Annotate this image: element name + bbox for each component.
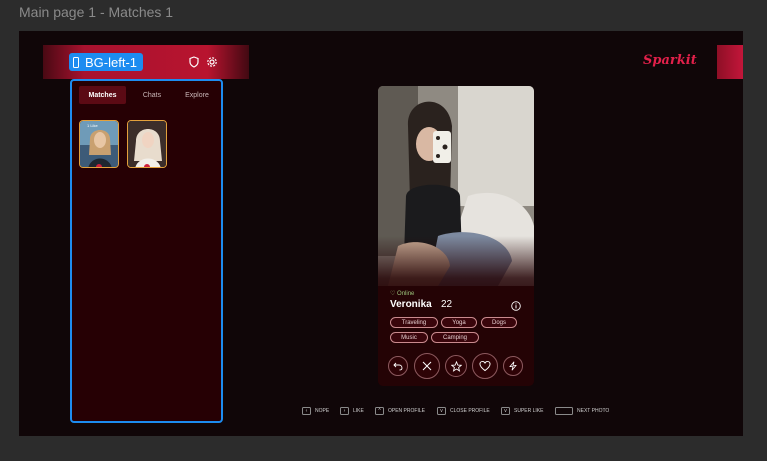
hint-super-like: v SUPER LIKE: [501, 407, 543, 415]
key-down-icon: v: [501, 407, 510, 415]
match-card[interactable]: 1 Like: [79, 120, 119, 168]
profile-card[interactable]: ♡ Online Veronika 22 Traveling Yoga Dogs…: [378, 86, 534, 386]
phone-icon: [73, 56, 79, 68]
hint-label: LIKE: [353, 408, 364, 414]
match-indicator: [96, 164, 102, 167]
hint-nope: ‹ NOPE: [302, 407, 329, 415]
hint-label: OPEN PROFILE: [388, 408, 425, 414]
like-button[interactable]: [472, 353, 498, 379]
rewind-button[interactable]: [388, 356, 408, 376]
match-card[interactable]: [127, 120, 167, 168]
tab-explore[interactable]: Explore: [177, 86, 217, 104]
star-icon: [450, 360, 462, 372]
hint-like: › LIKE: [340, 407, 364, 415]
match-indicator: [144, 164, 150, 167]
hint-label: CLOSE PROFILE: [450, 408, 490, 414]
layer-name: BG-left-1: [85, 54, 138, 70]
lightning-icon: [509, 361, 517, 371]
left-panel: Matches Chats Explore 1 Like: [70, 79, 223, 423]
hint-open-profile: ^ OPEN PROFILE: [375, 407, 425, 415]
hint-next-photo: NEXT PHOTO: [555, 407, 609, 415]
nope-button[interactable]: [414, 353, 440, 379]
shield-icon[interactable]: [188, 56, 200, 68]
boost-button[interactable]: [503, 356, 523, 376]
match-photo: [128, 121, 166, 167]
interest-tag: Music: [390, 332, 428, 343]
tab-chats[interactable]: Chats: [132, 86, 172, 104]
interest-tag: Traveling: [390, 317, 438, 328]
rewind-icon: [393, 362, 403, 371]
key-right-icon: ›: [340, 407, 349, 415]
hint-close-profile: v CLOSE PROFILE: [437, 407, 490, 415]
online-status: ♡ Online: [390, 291, 415, 297]
interest-tag: Camping: [431, 332, 479, 343]
match-badge: 1 Like: [87, 123, 98, 128]
match-photo: [80, 121, 118, 167]
hint-label: NEXT PHOTO: [577, 408, 610, 414]
selected-layer-label[interactable]: BG-left-1: [69, 53, 144, 71]
interest-tag: Yoga: [441, 317, 477, 328]
key-space-icon: [555, 407, 573, 415]
key-left-icon: ‹: [302, 407, 311, 415]
profile-name: Veronika: [390, 299, 432, 310]
gear-icon[interactable]: [206, 56, 218, 68]
brand-logo[interactable]: Sparkit: [643, 53, 697, 68]
interest-tag: Dogs: [481, 317, 517, 328]
tab-matches[interactable]: Matches: [79, 86, 126, 104]
hint-label: NOPE: [315, 408, 330, 414]
key-up-icon: ^: [375, 407, 384, 415]
close-icon: [422, 361, 432, 371]
super-like-button[interactable]: [445, 355, 467, 377]
info-icon[interactable]: [511, 301, 521, 311]
frame-title[interactable]: Main page 1 - Matches 1: [19, 4, 173, 20]
hint-label: SUPER LIKE: [514, 408, 544, 414]
heart-icon: [479, 360, 491, 372]
key-down-icon: v: [437, 407, 446, 415]
canvas: BG-left-1 Sparkit Matches Chats Explore …: [19, 31, 743, 436]
profile-age: 22: [441, 299, 453, 310]
top-bar-right: [717, 45, 743, 79]
